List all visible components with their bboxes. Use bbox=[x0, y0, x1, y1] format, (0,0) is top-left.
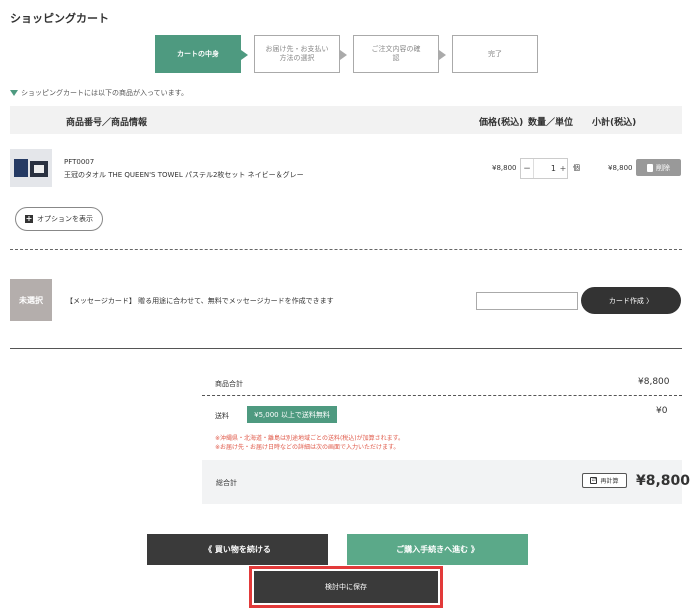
step-arrow-icon bbox=[439, 50, 446, 60]
product-price: ¥8,800 bbox=[492, 164, 517, 172]
grand-total-label: 総合計 bbox=[216, 479, 237, 487]
step-arrow-icon bbox=[241, 50, 248, 60]
recalculate-button[interactable]: ⇄ 再計算 bbox=[582, 473, 627, 488]
qty-unit: 個 bbox=[573, 164, 580, 172]
message-card-text: 【メッセージカード】 贈る用途に合わせて、無料でメッセージカードを作成できます bbox=[66, 297, 334, 305]
product-image[interactable] bbox=[10, 149, 52, 187]
step-confirm-label: ご注文内容の確認 bbox=[371, 45, 421, 62]
grand-total-value: ¥8,800 bbox=[636, 473, 691, 489]
quantity-stepper: − 1 + bbox=[520, 158, 568, 179]
plus-square-icon: + bbox=[25, 214, 33, 223]
page-title: ショッピングカート bbox=[10, 12, 109, 25]
message-card-thumbnail: 未選択 bbox=[10, 279, 52, 321]
continue-shopping-button[interactable]: 《 買い物を続ける bbox=[147, 534, 328, 565]
divider bbox=[202, 395, 682, 396]
message-card-thumb-label: 未選択 bbox=[19, 295, 43, 305]
step-cart-label: カートの中身 bbox=[177, 49, 219, 58]
qty-minus-button[interactable]: − bbox=[521, 164, 533, 174]
goods-total-value: ¥8,800 bbox=[638, 377, 670, 387]
triangle-down-icon bbox=[10, 90, 18, 96]
divider bbox=[10, 348, 682, 349]
goods-total-label: 商品合計 bbox=[215, 380, 243, 388]
step-shipping: お届け先・お支払い方法の選択 bbox=[254, 35, 347, 73]
show-options-button[interactable]: + オプションを表示 bbox=[15, 207, 103, 231]
shipping-value: ¥0 bbox=[656, 406, 668, 416]
shipping-note-1: ※沖縄県・北海道・離島は別途地域ごとの送料(税込)が加算されます。 bbox=[215, 435, 405, 442]
step-cart: カートの中身 bbox=[155, 35, 248, 73]
message-card-input[interactable] bbox=[476, 292, 578, 310]
shipping-label: 送料 bbox=[215, 412, 229, 420]
header-subtotal: 小計(税込) bbox=[592, 118, 637, 128]
header-product: 商品番号／商品情報 bbox=[66, 118, 148, 128]
delete-label: 削除 bbox=[656, 163, 670, 172]
proceed-checkout-button[interactable]: ご購入手続きへ進む 》 bbox=[347, 534, 528, 565]
divider bbox=[10, 249, 682, 250]
header-price: 価格(税込) bbox=[479, 118, 524, 128]
cart-notice-text: ショッピングカートには以下の商品が入っています。 bbox=[21, 89, 188, 97]
delete-button[interactable]: 削除 bbox=[636, 159, 681, 176]
grand-total-box: 総合計 ⇄ 再計算 ¥8,800 bbox=[202, 460, 690, 504]
item-subtotal: ¥8,800 bbox=[608, 164, 633, 172]
recalculate-label: 再計算 bbox=[600, 478, 619, 485]
trash-icon bbox=[647, 163, 653, 172]
create-card-button[interactable]: カード作成 〉 bbox=[581, 287, 681, 314]
step-complete: 完了 bbox=[452, 35, 538, 73]
qty-plus-button[interactable]: + bbox=[559, 164, 567, 173]
header-qty: 数量／単位 bbox=[528, 118, 574, 128]
product-name[interactable]: 王冠のタオル THE QUEEN'S TOWEL パステル2枚セット ネイビー＆… bbox=[64, 170, 304, 180]
step-complete-label: 完了 bbox=[488, 49, 502, 58]
cart-notice: ショッピングカートには以下の商品が入っています。 bbox=[10, 88, 188, 98]
show-options-label: オプションを表示 bbox=[37, 215, 93, 223]
product-sku: PFT0007 bbox=[64, 158, 95, 166]
shipping-note-2: ※お届け先・お届け日時などの詳細は次の画面で入力いただけます。 bbox=[215, 444, 400, 451]
qty-input[interactable]: 1 bbox=[533, 159, 559, 178]
table-header: 商品番号／商品情報 価格(税込) 数量／単位 小計(税込) bbox=[10, 106, 682, 134]
step-arrow-icon bbox=[340, 50, 347, 60]
checkout-steps: カートの中身 お届け先・お支払い方法の選択 ご注文内容の確認 完了 bbox=[155, 35, 538, 73]
step-confirm: ご注文内容の確認 bbox=[353, 35, 446, 73]
free-shipping-badge: ¥5,000 以上で送料無料 bbox=[247, 406, 337, 423]
step-shipping-label: お届け先・お支払い方法の選択 bbox=[265, 45, 329, 62]
refresh-icon: ⇄ bbox=[590, 477, 598, 484]
save-for-later-button[interactable]: 検討中に保存 bbox=[254, 571, 438, 603]
